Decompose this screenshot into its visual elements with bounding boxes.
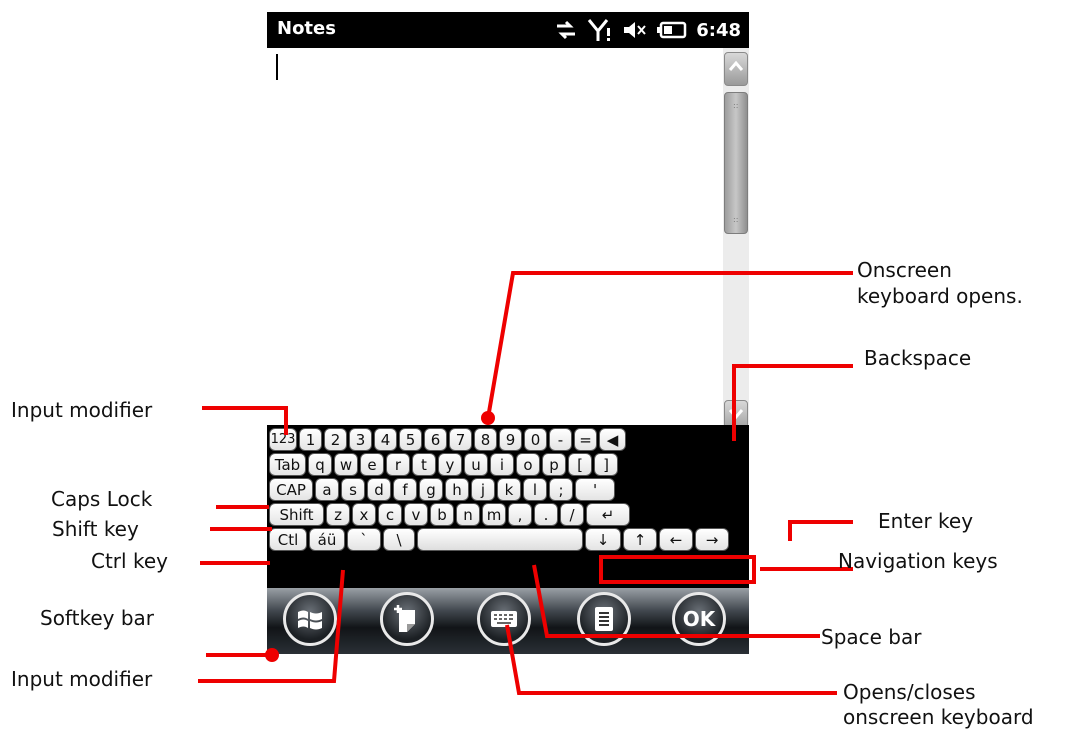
callout-opens-closes-line1: Opens/closes: [843, 680, 976, 704]
callout-ctrl-key: Ctrl key: [91, 549, 168, 573]
leader-dot: [481, 411, 495, 425]
callout-onscreen-opens-line2: keyboard opens.: [857, 284, 1023, 308]
callout-backspace: Backspace: [864, 346, 972, 370]
leader-input-modifier-top: [202, 406, 288, 435]
callout-input-modifier-top: Input modifier: [11, 398, 153, 422]
callout-shift-key: Shift key: [52, 517, 139, 541]
leader-backspace: [732, 364, 853, 441]
callout-input-modifier-bottom: Input modifier: [11, 667, 153, 691]
leader-enter: [788, 520, 853, 541]
leader-onscreen-opens: [486, 271, 853, 419]
callout-opens-closes-line2: onscreen keyboard: [843, 705, 1034, 729]
callout-navigation-keys: Navigation keys: [838, 549, 998, 573]
annotated-screenshot: Notes 6:48:::: 123 1 2 3 4 5 6 7 8 9 0…: [0, 0, 1078, 731]
leader-space-bar: [532, 564, 820, 638]
callout-enter-key: Enter key: [878, 509, 974, 533]
callout-softkey-bar: Softkey bar: [40, 606, 155, 630]
callout-caps-lock: Caps Lock: [51, 487, 153, 511]
callout-onscreen-opens-line1: Onscreen: [857, 258, 952, 282]
navigation-keys-highlight: [599, 555, 756, 584]
leader-dot: [265, 648, 279, 662]
leader-input-modifier-bottom: [198, 569, 345, 683]
callout-space-bar: Space bar: [821, 625, 922, 649]
